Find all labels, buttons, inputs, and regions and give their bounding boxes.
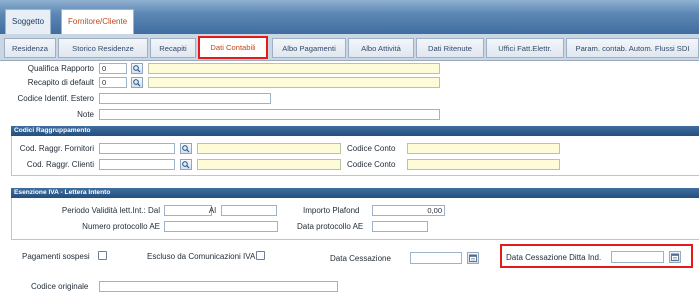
pagamenti-sospesi-label: Pagamenti sospesi (22, 252, 90, 261)
recapito-default-description[interactable] (148, 77, 440, 88)
data-protocollo-field[interactable] (372, 221, 428, 232)
raggr-clienti-description[interactable] (197, 159, 341, 170)
search-icon (182, 145, 190, 153)
tab-dati-ritenute[interactable]: Dati Ritenute (416, 38, 484, 58)
numero-protocollo-label: Numero protocollo AE (82, 222, 160, 231)
importo-plafond-label: Importo Plafond (303, 206, 360, 215)
codice-conto-fornitori-field[interactable] (407, 143, 560, 154)
tab-label: Dati Contabili (210, 43, 256, 52)
codice-originale-field[interactable] (99, 281, 338, 292)
data-cessazione-field[interactable] (410, 252, 462, 264)
tab-label: Fornitore/Cliente (68, 17, 128, 26)
raggr-fornitori-search-button[interactable] (180, 143, 192, 154)
data-cessazione-label: Data Cessazione (330, 254, 391, 263)
data-cessazione-ditta-field[interactable] (611, 251, 664, 263)
tab-storico-residenze[interactable]: Storico Residenze (58, 38, 148, 58)
search-icon (182, 161, 190, 169)
tab-label: Albo Attività (361, 44, 401, 53)
codice-estero-field[interactable] (99, 93, 271, 104)
tab-label: Recapiti (159, 44, 187, 53)
tab-label: Dati Ritenute (428, 44, 472, 53)
raggr-fornitori-description[interactable] (197, 143, 341, 154)
qualifica-search-button[interactable] (131, 63, 143, 74)
al-label: Al (208, 206, 216, 215)
tab-param-contab-flussi-sdi[interactable]: Param. contab. Autom. Flussi SDI (566, 38, 699, 58)
raggr-clienti-field[interactable] (99, 159, 175, 170)
importo-plafond-field[interactable]: 0,00 (372, 205, 445, 216)
tab-albo-attivita[interactable]: Albo Attività (348, 38, 414, 58)
periodo-al-field[interactable] (221, 205, 277, 216)
numero-protocollo-field[interactable] (164, 221, 278, 232)
calendar-icon (671, 253, 679, 261)
raggr-clienti-label: Cod. Raggr. Clienti (26, 160, 94, 169)
search-icon (133, 79, 141, 87)
recapito-default-field[interactable]: 0 (99, 77, 127, 88)
codice-estero-label: Codice Identif. Estero (17, 94, 94, 103)
qualifica-rapporto-description[interactable] (148, 63, 440, 74)
raggr-fornitori-label: Cod. Raggr. Fornitori (19, 144, 94, 153)
search-icon (133, 65, 141, 73)
escluso-comunicazioni-label: Escluso da Comunicazioni IVA (147, 252, 256, 261)
raggr-clienti-search-button[interactable] (180, 159, 192, 170)
note-label: Note (77, 110, 94, 119)
esenzione-header: Esenzione IVA - Lettera Intento (11, 188, 699, 198)
raggruppamento-header: Codici Raggruppamento (11, 126, 699, 136)
tab-dati-contabili[interactable]: Dati Contabili (198, 36, 268, 59)
tab-soggetto[interactable]: Soggetto (5, 9, 52, 34)
codice-conto-clienti-field[interactable] (407, 159, 560, 170)
tab-label: Param. contab. Autom. Flussi SDI (575, 44, 690, 53)
data-cessazione-ditta-calendar-button[interactable] (669, 251, 681, 263)
periodo-dal-field[interactable] (164, 205, 212, 216)
data-protocollo-label: Data protocollo AE (297, 222, 364, 231)
codice-conto-fornitori-label: Codice Conto (347, 144, 396, 153)
tab-residenza[interactable]: Residenza (4, 38, 56, 58)
periodo-validita-label: Periodo Validità lett.Int.: Dal (61, 206, 160, 215)
tab-recapiti[interactable]: Recapiti (150, 38, 196, 58)
tab-label: Soggetto (12, 17, 45, 26)
data-cessazione-ditta-label: Data Cessazione Ditta Ind. (506, 253, 602, 262)
escluso-comunicazioni-checkbox[interactable] (256, 251, 265, 260)
qualifica-rapporto-label: Qualifica Rapporto (27, 64, 94, 73)
tab-albo-pagamenti[interactable]: Albo Pagamenti (272, 38, 346, 58)
raggr-fornitori-field[interactable] (99, 143, 175, 154)
codice-originale-label: Codice originale (31, 282, 89, 291)
codice-conto-clienti-label: Codice Conto (347, 160, 396, 169)
tab-label: Albo Pagamenti (282, 44, 336, 53)
tab-uffici-fatt-elettr[interactable]: Uffici Fatt.Elettr. (486, 38, 564, 58)
pagamenti-sospesi-checkbox[interactable] (98, 251, 107, 260)
data-cessazione-calendar-button[interactable] (467, 252, 479, 264)
qualifica-rapporto-field[interactable]: 0 (99, 63, 127, 74)
note-field[interactable] (99, 109, 440, 120)
recapito-search-button[interactable] (131, 77, 143, 88)
tab-label: Storico Residenze (72, 44, 134, 53)
tab-label: Uffici Fatt.Elettr. (498, 44, 552, 53)
calendar-icon (469, 254, 477, 262)
recapito-default-label: Recapito di default (27, 78, 94, 87)
tab-fornitore-cliente[interactable]: Fornitore/Cliente (61, 9, 135, 34)
tab-label: Residenza (12, 44, 48, 53)
